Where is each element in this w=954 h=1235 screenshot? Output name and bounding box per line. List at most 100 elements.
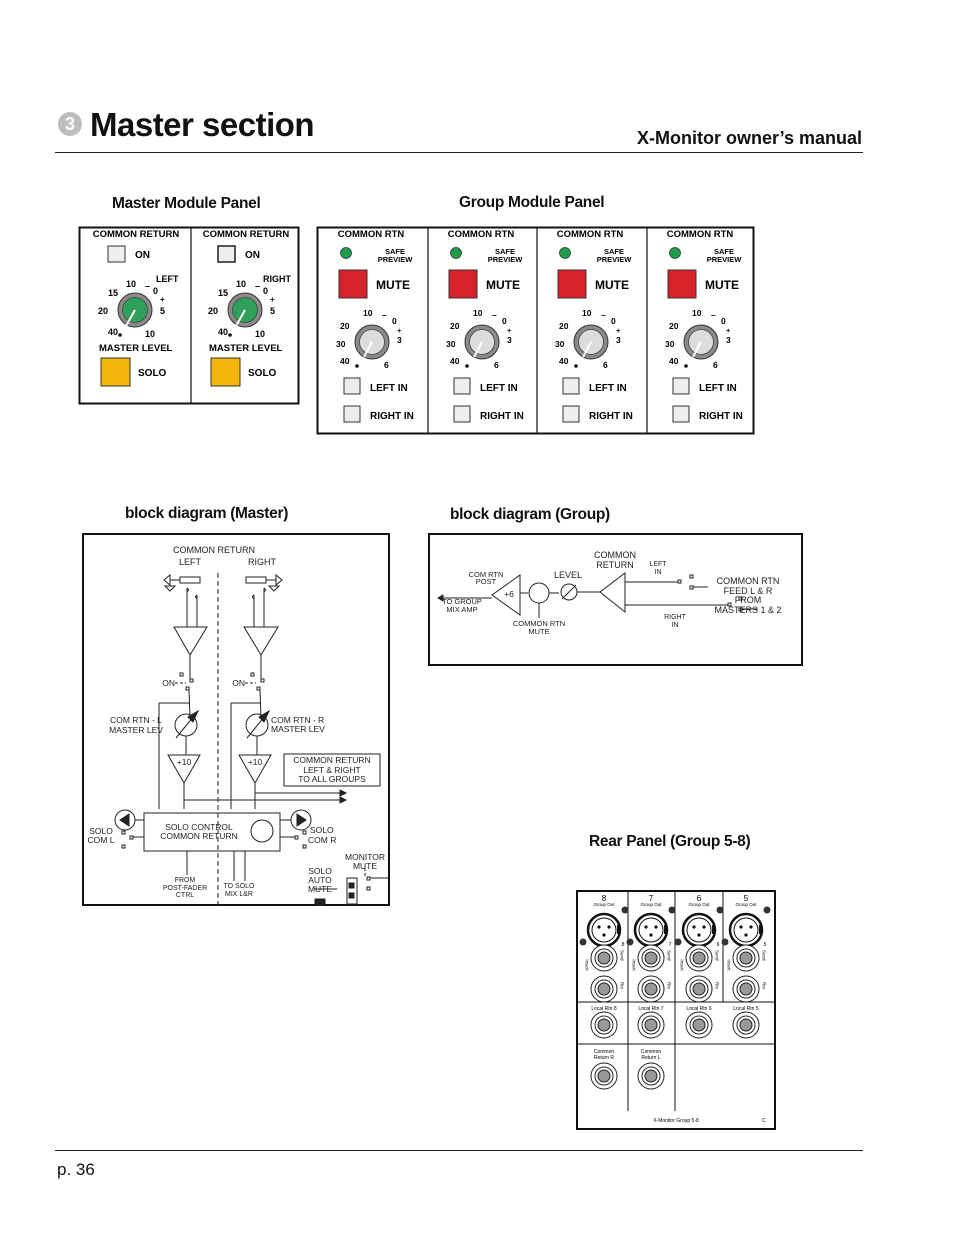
mute-button[interactable]: [667, 269, 697, 299]
scale-mark: 15: [108, 288, 118, 298]
scale-mark: +: [270, 295, 275, 304]
label: Return R: [594, 1055, 614, 1061]
page-number: p. 36: [57, 1160, 95, 1179]
label: 30: [336, 339, 346, 349]
label: TO ALL GROUPS: [298, 774, 366, 784]
right-in-button[interactable]: [562, 405, 580, 423]
local-rtn-jack[interactable]: [590, 1011, 618, 1039]
master-level-knob[interactable]: [117, 292, 153, 328]
insert-send-jack[interactable]: [685, 944, 713, 972]
label: 3: [397, 335, 402, 345]
label: 10: [473, 308, 483, 318]
label: Group Out: [593, 902, 615, 907]
label: 20: [340, 321, 350, 331]
insert-rtn-jack[interactable]: [590, 975, 618, 1003]
label: 6: [494, 360, 499, 370]
label: MUTE: [595, 278, 629, 292]
label: 0: [392, 316, 397, 326]
label: FROM: [735, 595, 762, 605]
label: RIGHT: [248, 557, 277, 567]
left-in-button[interactable]: [672, 377, 690, 395]
label: 20: [559, 321, 569, 331]
insert-rtn-jack[interactable]: [685, 975, 713, 1003]
xlr-group-out[interactable]: [728, 912, 764, 948]
master-level-label: MASTER LEVEL: [99, 343, 173, 354]
side-label: RIGHT: [263, 274, 292, 284]
insert-rtn-jack[interactable]: [732, 975, 760, 1003]
label: ON: [232, 678, 245, 688]
insert-send-jack[interactable]: [637, 944, 665, 972]
label: PREVIEW: [378, 255, 414, 264]
solo-button[interactable]: [210, 357, 241, 387]
left-in-button[interactable]: [343, 377, 361, 395]
common-rtn-level-knob[interactable]: [683, 324, 719, 360]
label: 30: [555, 339, 565, 349]
common-rtn-level-knob[interactable]: [464, 324, 500, 360]
footer-rule: [55, 1150, 863, 1151]
label: Group Out: [735, 902, 757, 907]
label: IN: [672, 622, 679, 629]
label: MASTER LEV: [109, 725, 163, 735]
label: Send: [715, 950, 720, 961]
block-diagram-master: COMMON RETURN LEFT RIGHT ON ON COM RTN -…: [82, 533, 390, 906]
common-rtn-level-knob[interactable]: [573, 324, 609, 360]
on-button[interactable]: [217, 245, 236, 263]
common-rtn-level-knob[interactable]: [354, 324, 390, 360]
right-in-button[interactable]: [343, 405, 361, 423]
mute-button[interactable]: [448, 269, 478, 299]
page-title: Master section: [90, 106, 315, 143]
label: +: [507, 326, 512, 335]
section-number-badge: 3: [58, 112, 82, 136]
label: 10: [692, 308, 702, 318]
left-in-button[interactable]: [453, 377, 471, 395]
local-rtn-jack[interactable]: [637, 1011, 665, 1039]
label: +: [397, 326, 402, 335]
solo-button[interactable]: [100, 357, 131, 387]
right-in-button[interactable]: [672, 405, 690, 423]
label: ON: [162, 678, 175, 688]
xlr-group-out[interactable]: [681, 912, 717, 948]
label: +: [726, 326, 731, 335]
scale-mark: 0: [153, 286, 158, 296]
label: LEFT: [179, 557, 202, 567]
label: +10: [248, 757, 263, 767]
common-return-r-jack[interactable]: Common Return R: [590, 1049, 618, 1090]
on-label: ON: [245, 250, 260, 261]
common-return-l-jack[interactable]: Common Return L: [637, 1049, 665, 1090]
label: 0: [611, 316, 616, 326]
label: 7: [669, 942, 672, 948]
local-rtn-jack[interactable]: [685, 1011, 713, 1039]
label: COMMON RTN: [667, 229, 734, 240]
insert-send-jack[interactable]: [590, 944, 618, 972]
insert-rtn-jack[interactable]: [637, 975, 665, 1003]
scale-dot: [684, 364, 688, 368]
xlr-group-out[interactable]: [633, 912, 669, 948]
master-level-knob[interactable]: [227, 292, 263, 328]
label: MUTE: [528, 627, 549, 636]
label: COMMON RETURN: [293, 755, 370, 765]
label: PREVIEW: [488, 255, 524, 264]
scale-mark: 20: [98, 306, 108, 316]
label: TO SOLO: [224, 883, 256, 890]
left-in-button[interactable]: [562, 377, 580, 395]
scale-dot: [228, 333, 232, 337]
label: MASTERS 1 & 2: [714, 605, 781, 615]
mute-button[interactable]: [557, 269, 587, 299]
label: RIGHT IN: [480, 411, 524, 422]
mute-button[interactable]: [338, 269, 368, 299]
label: 20: [450, 321, 460, 331]
local-rtn-jack[interactable]: [732, 1011, 760, 1039]
master-level-label: MASTER LEVEL: [209, 343, 283, 354]
scale-mark: 5: [160, 306, 165, 316]
label: LEFT IN: [370, 383, 408, 394]
rear-panel-footer: X-Monitor Group 5-8: [653, 1118, 699, 1124]
right-in-button[interactable]: [453, 405, 471, 423]
insert-send-jack[interactable]: [732, 944, 760, 972]
label: 6: [384, 360, 389, 370]
label: MIX AMP: [446, 605, 477, 614]
on-button[interactable]: [107, 245, 126, 263]
rear-panel: 8Group Out8InsertSendRtnLocal Rtn 87Grou…: [576, 890, 776, 1130]
label: Rtn: [620, 982, 625, 990]
label: LEFT IN: [589, 383, 627, 394]
xlr-group-out[interactable]: [586, 912, 622, 948]
